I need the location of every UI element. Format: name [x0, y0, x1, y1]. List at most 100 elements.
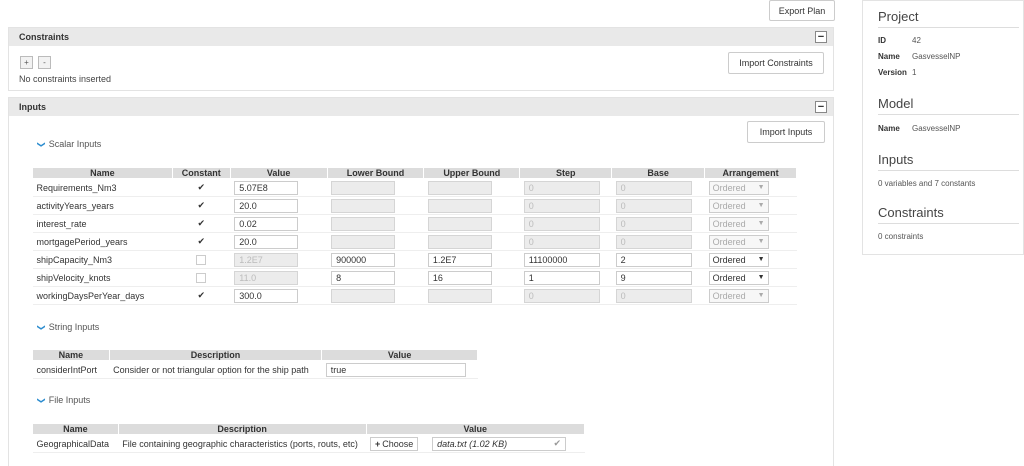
file-inputs-table: Name Description Value GeographicalData … [32, 423, 586, 453]
arrangement-select[interactable]: Ordered ▼ [708, 252, 769, 267]
add-constraint-button[interactable]: + [20, 56, 33, 69]
arrangement-value: Ordered [712, 200, 746, 211]
constraints-header[interactable]: Constraints − [9, 28, 833, 46]
import-inputs-button[interactable]: Import Inputs [747, 121, 825, 143]
lower-bound-input[interactable] [331, 288, 396, 303]
arrangement-cell: Ordered ▼ [704, 178, 797, 197]
lower-cell [327, 196, 424, 215]
constraints-title: Constraints [19, 32, 70, 42]
constant-cell [172, 250, 231, 269]
remove-constraint-button[interactable]: - [38, 56, 51, 69]
model-name-value: GasvesselNP [912, 124, 961, 133]
value-input[interactable]: 20.0 [234, 234, 299, 249]
upper-bound-input[interactable]: 1.2E7 [427, 252, 492, 267]
value-cell: 0.02 [230, 214, 328, 233]
scalar-name: shipCapacity_Nm3 [32, 250, 173, 269]
col-header: Constant [171, 167, 231, 179]
lower-bound-input[interactable] [331, 180, 396, 195]
export-plan-button[interactable]: Export Plan [769, 0, 835, 21]
divider [878, 27, 1019, 28]
no-constraints-text: No constraints inserted [19, 74, 112, 84]
base-input[interactable]: 0 [615, 216, 692, 231]
inputs-header[interactable]: Inputs − [9, 98, 833, 116]
chevron-down-icon: ❯ [36, 323, 46, 331]
base-input[interactable]: 2 [615, 252, 692, 267]
base-input[interactable]: 9 [615, 270, 692, 285]
chevron-down-icon: ▼ [757, 256, 765, 263]
step-cell: 0 [519, 232, 612, 251]
constant-checkbox[interactable]: ✔ [196, 236, 206, 247]
arrangement-select[interactable]: Ordered ▼ [708, 288, 769, 303]
arrangement-cell: Ordered ▼ [704, 250, 797, 269]
upper-cell: 16 [423, 268, 520, 287]
value-input[interactable]: 5.07E8 [234, 180, 299, 195]
step-input[interactable]: 0 [523, 216, 600, 231]
base-input[interactable]: 0 [615, 288, 692, 303]
value-input[interactable]: 1.2E7 [234, 252, 299, 267]
chevron-down-icon: ▼ [757, 184, 765, 191]
base-input[interactable]: 0 [615, 198, 692, 213]
constant-checkbox[interactable]: ✔ [196, 200, 206, 211]
chevron-down-icon: ▼ [757, 238, 765, 245]
upper-bound-input[interactable] [427, 180, 492, 195]
arrangement-select[interactable]: Ordered ▼ [708, 234, 769, 249]
upper-bound-input[interactable]: 16 [427, 270, 492, 285]
base-input[interactable]: 0 [615, 234, 692, 249]
lower-bound-input[interactable]: 8 [331, 270, 396, 285]
col-header: Name [32, 167, 173, 179]
value-cell: 1.2E7 [230, 250, 328, 269]
collapse-constraints-icon[interactable]: − [815, 31, 827, 43]
lower-bound-input[interactable] [331, 198, 396, 213]
lower-bound-input[interactable] [331, 234, 396, 249]
upper-bound-input[interactable] [427, 216, 492, 231]
name-label: Name [878, 52, 900, 61]
string-value-input[interactable]: true [325, 362, 466, 377]
lower-bound-input[interactable]: 900000 [331, 252, 396, 267]
upper-bound-input[interactable] [427, 234, 492, 249]
scalar-inputs-toggle[interactable]: ❯ Scalar Inputs [37, 139, 101, 149]
constant-checkbox[interactable]: ✔ [196, 218, 206, 229]
base-cell: 9 [611, 268, 705, 287]
step-input[interactable]: 11100000 [523, 252, 600, 267]
arrangement-select[interactable]: Ordered ▼ [708, 180, 769, 195]
arrangement-select[interactable]: Ordered ▼ [708, 216, 769, 231]
base-cell: 2 [611, 250, 705, 269]
base-cell: 0 [611, 286, 705, 305]
file-value-text: data.txt (1.02 KB) [437, 438, 508, 449]
step-input[interactable]: 0 [523, 198, 600, 213]
step-input[interactable]: 1 [523, 270, 600, 285]
arrangement-select[interactable]: Ordered ▼ [708, 270, 769, 285]
arrangement-select[interactable]: Ordered ▼ [708, 198, 769, 213]
lower-cell: 900000 [327, 250, 424, 269]
file-value-cell: + Choose data.txt (1.02 KB) ✔ [366, 434, 585, 453]
upper-bound-input[interactable] [427, 198, 492, 213]
constant-checkbox[interactable]: ✔ [196, 290, 206, 301]
constant-checkbox[interactable] [196, 272, 207, 283]
step-input[interactable]: 0 [523, 234, 600, 249]
model-name: Name GasvesselNP [878, 124, 960, 133]
step-input[interactable]: 0 [523, 288, 600, 303]
arrangement-cell: Ordered ▼ [704, 268, 797, 287]
import-constraints-button[interactable]: Import Constraints [728, 52, 824, 74]
col-header: Value [321, 349, 478, 361]
base-input[interactable]: 0 [615, 180, 692, 195]
check-icon: ✔ [553, 438, 562, 448]
version-value: 1 [912, 68, 917, 77]
choose-file-button[interactable]: + Choose [370, 436, 419, 451]
value-input[interactable]: 20.0 [234, 198, 299, 213]
file-header-row: Name Description Value [32, 423, 586, 435]
constant-checkbox[interactable]: ✔ [196, 182, 206, 193]
file-inputs-toggle[interactable]: ❯ File Inputs [37, 395, 90, 405]
name-value: GasvesselNP [912, 52, 961, 61]
step-input[interactable]: 0 [523, 180, 600, 195]
value-input[interactable]: 11.0 [234, 270, 299, 285]
table-row: mortgagePeriod_years ✔ 20.0 0 0 Ordered ▼ [32, 232, 797, 251]
file-value-field[interactable]: data.txt (1.02 KB) ✔ [432, 436, 567, 451]
value-input[interactable]: 0.02 [234, 216, 299, 231]
value-input[interactable]: 300.0 [234, 288, 299, 303]
collapse-inputs-icon[interactable]: − [815, 101, 827, 113]
upper-bound-input[interactable] [427, 288, 492, 303]
string-inputs-toggle[interactable]: ❯ String Inputs [36, 322, 99, 332]
lower-bound-input[interactable] [331, 216, 396, 231]
constant-checkbox[interactable] [196, 254, 207, 265]
